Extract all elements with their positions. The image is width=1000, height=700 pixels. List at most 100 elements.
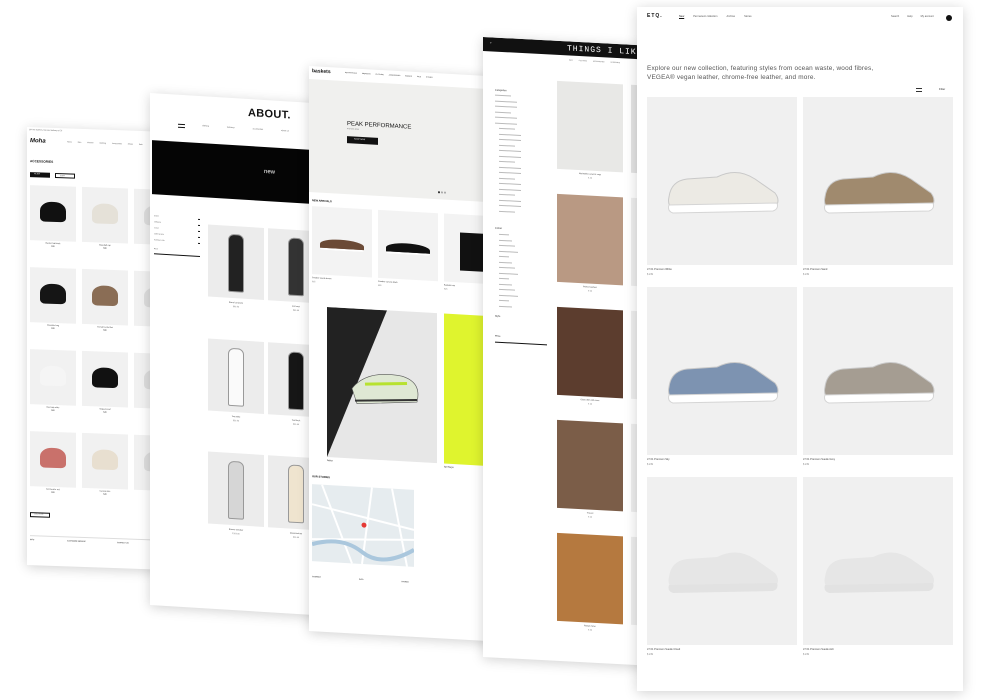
nav-item[interactable]: SALE [417,77,421,79]
site-logo[interactable]: Moha [30,138,46,145]
price-slider[interactable] [154,253,200,257]
colour-option[interactable] [499,277,509,280]
nav-item[interactable]: about us [281,130,289,133]
product-image[interactable] [647,97,797,265]
nav-item[interactable]: Accessories [112,143,122,145]
filter-option[interactable] [499,199,521,202]
nav-item[interactable]: Sale [139,144,143,146]
colour-option[interactable] [499,288,515,291]
filter-option[interactable] [495,105,517,108]
filter-option[interactable] [499,133,521,136]
nav-item[interactable]: ACCESSORIES [389,75,401,77]
colour-option[interactable] [499,283,512,286]
carousel-dots[interactable] [438,191,446,194]
nav-item[interactable]: footwear [227,127,235,130]
product-name[interactable]: Baskets tote [444,285,455,288]
filter-option[interactable] [495,100,517,103]
product-image[interactable] [557,306,623,399]
colour-option[interactable] [499,261,512,264]
product-image[interactable] [208,224,264,300]
product-image[interactable] [803,477,953,645]
nav-item[interactable]: New [679,15,684,19]
nav-item[interactable]: Shoes [128,144,133,146]
product-image[interactable] [378,209,438,282]
menu-icon[interactable] [178,123,185,129]
product-name[interactable]: LT 01 Premium Suede Grey [803,458,835,462]
product-image[interactable] [803,287,953,455]
hero-banner[interactable]: PEAK PERFORMANCE IN STOCK NOW SHOP NOW [309,79,505,203]
filter-option[interactable] [495,122,517,125]
filter-option[interactable] [499,155,521,158]
filter-option[interactable] [499,182,521,186]
filter-option[interactable] [495,94,511,97]
filter-option[interactable] [499,138,521,142]
product-image[interactable] [557,80,623,173]
product-image[interactable] [647,287,797,455]
nav-item[interactable]: Home [67,141,72,143]
colour-option[interactable] [499,250,518,253]
product-image[interactable] [82,186,128,244]
grid-view-icon[interactable] [916,88,922,92]
product-image[interactable] [647,477,797,645]
nav-item[interactable]: ACCESSORIES [593,62,605,64]
product-name[interactable]: LT 01 Premium Suede Cloud [647,648,680,652]
shop-now-button[interactable]: SHOP NOW [347,136,378,145]
nav-item[interactable]: Stores [744,15,752,19]
filter-option[interactable] [499,177,515,180]
nav-item[interactable]: Permanent collection [693,15,717,19]
search-icon[interactable]: ⌕ [490,40,492,45]
nav-item[interactable]: clothing [202,125,209,128]
filter-button[interactable]: FILTER [30,172,50,178]
product-image[interactable] [30,185,76,242]
nav-item[interactable]: STORES [426,78,433,80]
colour-option[interactable] [499,294,518,297]
cart-icon[interactable] [946,15,952,21]
product-image[interactable] [557,419,623,512]
product-image[interactable] [30,267,76,324]
nav-item[interactable]: Clothing [99,143,106,145]
nav-item[interactable]: HOMEWARE [610,63,620,65]
nav-item[interactable]: BRANDS [405,76,412,78]
help-link[interactable]: Help [907,15,912,19]
product-image[interactable] [208,451,264,527]
product-image[interactable] [557,193,623,286]
colour-option[interactable] [499,239,512,242]
colour-option[interactable] [499,244,515,247]
account-link[interactable]: My account [921,15,934,19]
product-name[interactable]: Sneaker suede brown [312,277,331,280]
filter-button[interactable]: Filter [939,87,945,91]
filter-option[interactable] [499,210,515,213]
site-logo[interactable]: baskets [312,68,331,76]
product-image[interactable] [208,338,264,414]
filter-option[interactable] [499,166,521,169]
product-name[interactable]: LT 01 Premium Sand [803,268,827,272]
colour-option[interactable] [499,233,509,236]
nav-item[interactable]: Men [78,142,82,144]
search-link[interactable]: Search [891,15,899,19]
product-name[interactable]: LT 01 Premium Sky [647,458,670,462]
filter-option[interactable] [495,116,517,119]
product-image[interactable] [30,431,76,488]
filter-option[interactable]: colour [154,227,159,229]
product-image[interactable] [82,432,128,490]
price-slider[interactable] [495,341,547,345]
colour-option[interactable] [499,272,518,275]
tile-label[interactable]: Asics [327,459,333,463]
filter-option[interactable]: clothing size [154,233,164,236]
nav-item[interactable]: SNEAKERS [362,74,371,76]
nav-item[interactable]: NEW ARRIVALS [345,73,357,75]
store-map[interactable] [311,484,416,567]
product-image[interactable] [803,97,953,265]
product-name[interactable]: LT 01 Premium White [647,268,672,272]
tile-label[interactable]: Arc'Teryx [444,466,454,470]
nav-item[interactable]: Women [87,142,93,144]
tile-asics-image[interactable] [327,307,437,464]
filter-option[interactable] [499,144,515,147]
colour-option[interactable] [499,299,509,302]
product-image[interactable] [82,268,128,326]
product-image[interactable] [30,349,76,406]
filter-option[interactable] [499,204,521,208]
product-image[interactable] [82,350,128,408]
colour-option[interactable] [499,255,509,258]
filter-option[interactable] [499,193,515,196]
